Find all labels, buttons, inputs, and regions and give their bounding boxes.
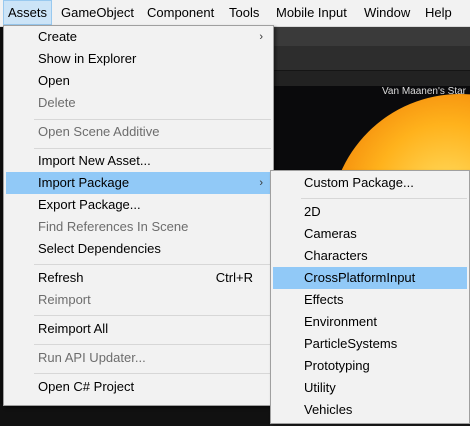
menu-item-label: Export Package... <box>38 197 141 212</box>
menu-item-label: Show in Explorer <box>38 51 137 66</box>
menu-item-export-package[interactable]: Export Package... <box>6 194 271 216</box>
menu-component[interactable]: Component <box>143 0 218 25</box>
menu-item-label: Delete <box>38 95 76 110</box>
submenu-item-cameras[interactable]: Cameras <box>273 223 467 245</box>
menu-item-shortcut: Ctrl+R <box>215 270 253 285</box>
menu-item-reimport: Reimport <box>6 289 271 311</box>
menu-item-reimport-all[interactable]: Reimport All <box>6 318 271 340</box>
menu-separator <box>34 119 271 120</box>
menu-item-import-new-asset[interactable]: Import New Asset... <box>6 150 271 172</box>
menu-separator <box>34 148 271 149</box>
submenu-item-vehicles[interactable]: Vehicles <box>273 399 467 421</box>
menu-separator <box>34 315 271 316</box>
menu-item-import-package[interactable]: Import Package › <box>6 172 271 194</box>
menu-item-open-scene-additive: Open Scene Additive <box>6 121 271 143</box>
menu-item-label: Vehicles <box>304 402 353 417</box>
menu-item-find-references: Find References In Scene <box>6 216 271 238</box>
star-label: Van Maanen's Star <box>382 86 466 97</box>
chevron-right-icon: › <box>259 31 263 43</box>
menu-item-open[interactable]: Open <box>6 70 271 92</box>
menu-item-refresh[interactable]: Refresh Ctrl+R <box>6 267 271 289</box>
menu-item-label: Select Dependencies <box>38 241 161 256</box>
menu-item-label: Import Package <box>38 175 130 190</box>
menu-help[interactable]: Help <box>421 0 456 25</box>
menu-item-select-dependencies[interactable]: Select Dependencies <box>6 238 271 260</box>
submenu-item-crossplatforminput[interactable]: CrossPlatformInput <box>273 267 467 289</box>
submenu-item-custom-package[interactable]: Custom Package... <box>273 172 467 194</box>
submenu-item-effects[interactable]: Effects <box>273 289 467 311</box>
menu-separator <box>34 264 271 265</box>
menu-item-label: Reimport <box>38 292 91 307</box>
menu-item-label: 2D <box>304 204 321 219</box>
menu-item-label: Effects <box>304 292 344 307</box>
menu-item-label: Find References In Scene <box>38 219 189 234</box>
menu-separator <box>34 344 271 345</box>
menu-item-label: ParticleSystems <box>304 336 398 351</box>
menu-mobile-input[interactable]: Mobile Input <box>272 0 351 25</box>
menu-tools[interactable]: Tools <box>225 0 263 25</box>
menu-item-label: Characters <box>304 248 368 263</box>
menu-item-label: Reimport All <box>38 321 109 336</box>
menu-item-label: Create <box>38 29 78 44</box>
menubar: Assets GameObject Component Tools Mobile… <box>0 0 470 27</box>
chevron-right-icon: › <box>259 177 263 189</box>
menu-assets[interactable]: Assets <box>3 0 53 25</box>
menu-window[interactable]: Window <box>360 0 414 25</box>
menu-item-run-api-updater: Run API Updater... <box>6 347 271 369</box>
submenu-item-particlesystems[interactable]: ParticleSystems <box>273 333 467 355</box>
menu-item-label: Open C# Project <box>38 379 135 394</box>
submenu-item-2d[interactable]: 2D <box>273 201 467 223</box>
menu-separator <box>34 373 271 374</box>
menu-item-label: Cameras <box>304 226 357 241</box>
assets-menu: Create › Show in Explorer Open Delete Op… <box>3 25 274 406</box>
submenu-item-prototyping[interactable]: Prototyping <box>273 355 467 377</box>
menu-item-label: Import New Asset... <box>38 153 151 168</box>
menu-item-label: Utility <box>304 380 336 395</box>
submenu-item-environment[interactable]: Environment <box>273 311 467 333</box>
import-package-submenu: Custom Package... 2D Cameras Characters … <box>270 170 470 424</box>
menu-item-delete: Delete <box>6 92 271 114</box>
menu-item-label: Run API Updater... <box>38 350 146 365</box>
menu-item-label: Open Scene Additive <box>38 124 160 139</box>
menu-separator <box>301 198 467 199</box>
menu-item-label: Environment <box>304 314 377 329</box>
menu-item-create[interactable]: Create › <box>6 26 271 48</box>
menu-item-open-csharp-project[interactable]: Open C# Project <box>6 376 271 398</box>
submenu-item-utility[interactable]: Utility <box>273 377 467 399</box>
menu-item-label: Prototyping <box>304 358 370 373</box>
scene-toolbar <box>270 26 470 71</box>
menu-item-label: CrossPlatformInput <box>304 270 416 285</box>
menu-item-label: Open <box>38 73 70 88</box>
submenu-item-characters[interactable]: Characters <box>273 245 467 267</box>
menu-gameobject[interactable]: GameObject <box>57 0 138 25</box>
editor-background-bottom <box>0 404 272 426</box>
menu-item-show-in-explorer[interactable]: Show in Explorer <box>6 48 271 70</box>
menu-item-label: Custom Package... <box>304 175 414 190</box>
menu-item-label: Refresh <box>38 270 84 285</box>
